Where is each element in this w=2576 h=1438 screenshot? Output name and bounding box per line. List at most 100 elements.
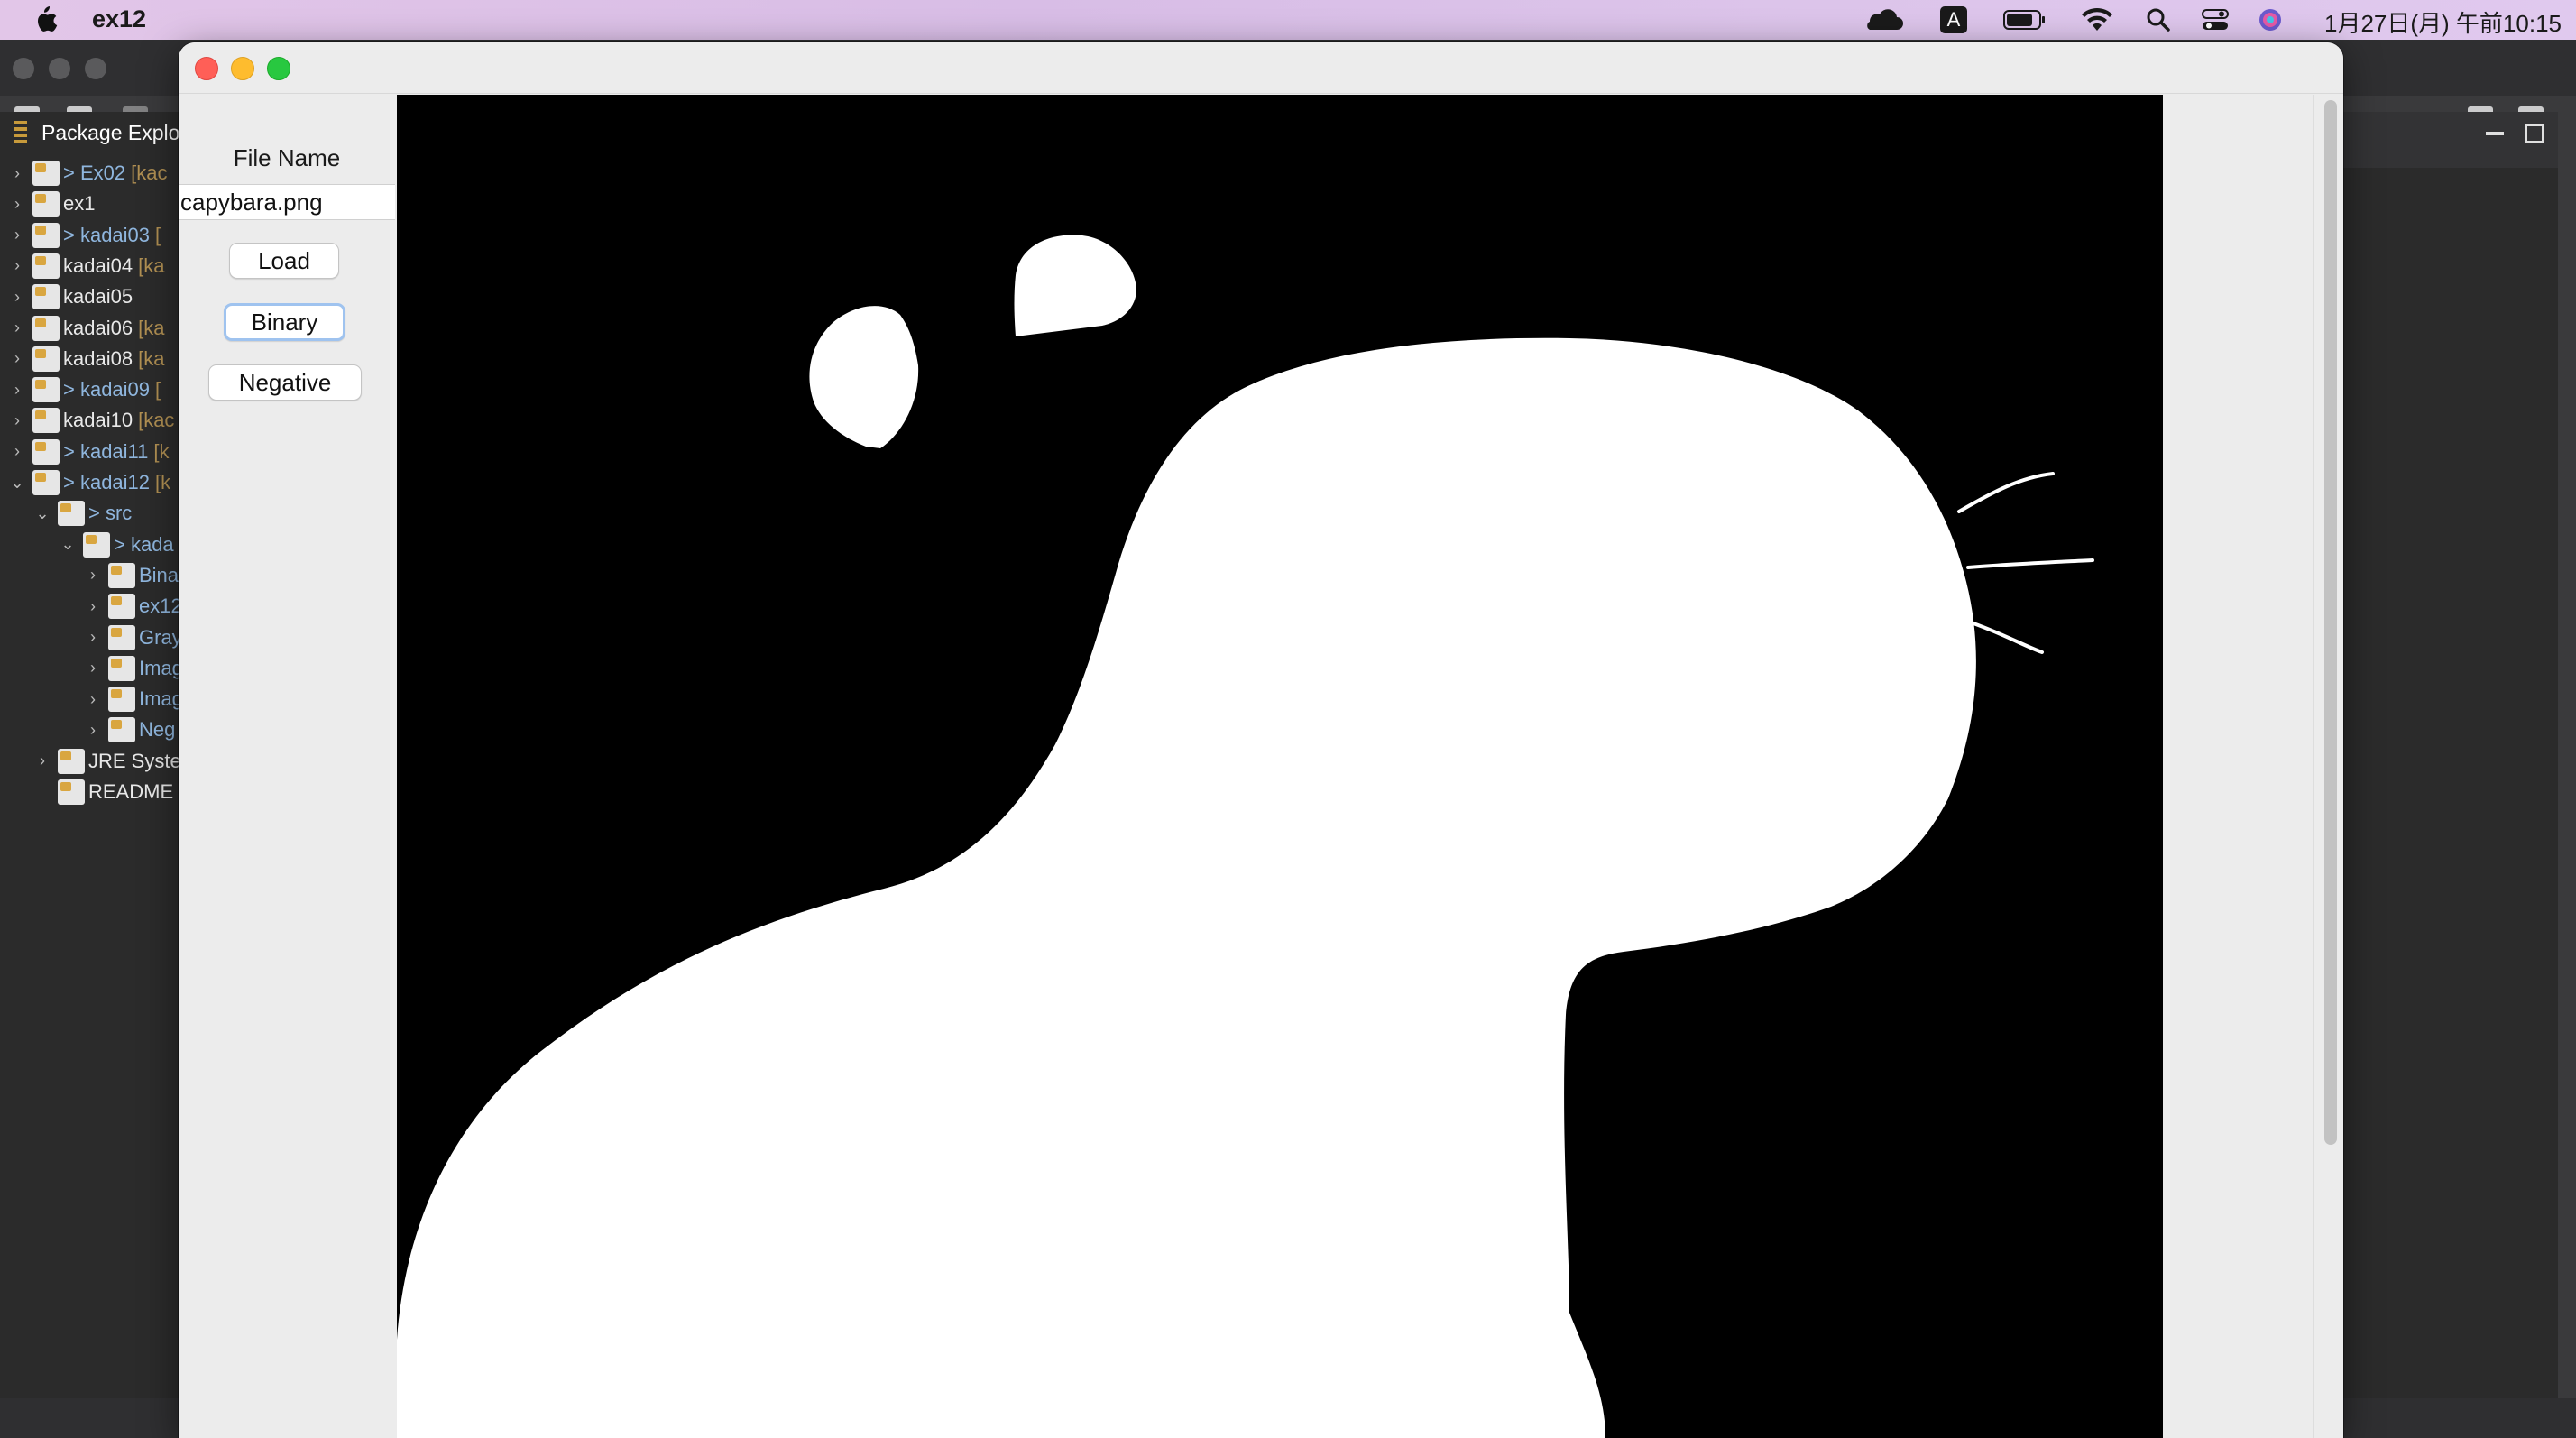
project-icon <box>58 748 85 774</box>
cloud-icon[interactable] <box>1860 5 1905 34</box>
menubar-clock[interactable]: 1月27日(月) 午前10:15 <box>2324 5 2562 39</box>
chevron-right-icon[interactable]: › <box>7 442 27 461</box>
package-explorer-icon <box>14 121 27 144</box>
project-tree-decoration: [ <box>155 223 161 246</box>
maximize-view-icon[interactable] <box>2525 124 2544 143</box>
chevron-right-icon[interactable]: › <box>83 566 103 585</box>
image-canvas <box>397 95 2163 1438</box>
project-tree-item[interactable]: › > kadai09[ <box>7 374 161 405</box>
project-tree-label: Imag <box>139 656 180 679</box>
project-tree-label: > kada <box>114 532 174 556</box>
project-tree-item[interactable]: ⌄ > kadai12 [k <box>7 467 170 498</box>
chevron-right-icon[interactable]: › <box>83 597 103 616</box>
battery-icon[interactable] <box>2002 5 2047 34</box>
project-tree-label: > kadai09 <box>63 378 151 401</box>
close-window-icon[interactable] <box>195 57 218 80</box>
load-button[interactable]: Load <box>229 243 339 279</box>
apple-icon[interactable] <box>31 5 58 35</box>
project-icon <box>32 438 60 465</box>
project-tree-label: Gray <box>139 625 180 649</box>
window-titlebar[interactable] <box>179 42 2343 94</box>
project-tree-decoration: [kac <box>131 161 168 184</box>
project-tree-item[interactable]: › kadai10 [kac <box>7 405 174 436</box>
project-icon <box>83 531 110 558</box>
project-tree-item[interactable]: › kadai05 <box>7 281 133 312</box>
file-name-field[interactable] <box>179 184 395 220</box>
project-tree-item[interactable]: › Imag <box>83 653 180 684</box>
package-explorer: Package Explo › > Ex02 [kac › ex1 › > kadai03[… <box>0 112 180 1398</box>
project-tree-label: ex1 <box>63 192 96 216</box>
project-icon <box>108 624 135 650</box>
project-tree-item[interactable]: › kadai04 [ka <box>7 251 164 281</box>
active-app-name[interactable]: ex12 <box>92 5 146 33</box>
chevron-right-icon[interactable]: › <box>7 349 27 368</box>
chevron-down-icon[interactable]: ⌄ <box>58 535 78 554</box>
scrollbar-thumb[interactable] <box>2324 100 2337 1145</box>
project-tree-label: kadai05 <box>63 285 133 309</box>
spotlight-search-icon[interactable] <box>2145 5 2172 34</box>
project-tree-item[interactable]: › Neg <box>83 714 175 745</box>
chevron-right-icon[interactable]: › <box>83 659 103 678</box>
project-tree-decoration: [ka <box>138 316 165 339</box>
chevron-right-icon[interactable]: › <box>83 690 103 709</box>
wifi-icon[interactable] <box>2080 5 2114 34</box>
project-tree-decoration: [ka <box>138 346 165 370</box>
project-tree-item[interactable]: › > Ex02 [kac <box>7 158 167 189</box>
package-explorer-title[interactable]: Package Explo <box>41 121 179 145</box>
project-icon <box>108 594 135 620</box>
eclipse-close-icon[interactable] <box>13 58 34 79</box>
project-icon <box>108 717 135 743</box>
chevron-right-icon[interactable]: › <box>32 751 52 770</box>
project-icon <box>32 346 60 372</box>
chevron-down-icon[interactable]: ⌄ <box>32 504 52 523</box>
project-icon <box>108 687 135 713</box>
chevron-right-icon[interactable]: › <box>83 721 103 740</box>
binary-button[interactable]: Binary <box>224 303 345 341</box>
vertical-scrollbar[interactable] <box>2313 95 2343 1438</box>
zoom-window-icon[interactable] <box>267 57 290 80</box>
control-center-icon[interactable] <box>2201 5 2230 34</box>
minimize-view-icon[interactable] <box>2486 132 2504 135</box>
project-tree-label: README <box>88 780 174 803</box>
project-tree-item[interactable]: ⌄ > src <box>32 498 132 529</box>
chevron-right-icon[interactable]: › <box>7 318 27 337</box>
project-tree-item[interactable]: README <box>32 777 173 807</box>
project-tree-label: ex12 <box>139 595 180 618</box>
project-tree-item[interactable]: ⌄ > kada <box>58 530 174 560</box>
project-tree-item[interactable]: › > kadai11 [k <box>7 437 170 467</box>
input-method-icon[interactable]: A <box>1939 5 1968 34</box>
chevron-right-icon[interactable]: › <box>7 411 27 430</box>
chevron-down-icon[interactable]: ⌄ <box>7 474 27 493</box>
project-tree-label: kadai10 <box>63 409 133 432</box>
eclipse-minimize-icon[interactable] <box>49 58 70 79</box>
project-tree-item[interactable]: › ex12 <box>83 591 180 622</box>
minimize-window-icon[interactable] <box>231 57 254 80</box>
eclipse-zoom-icon[interactable] <box>85 58 106 79</box>
chevron-right-icon[interactable]: › <box>7 381 27 400</box>
negative-button[interactable]: Negative <box>208 364 362 401</box>
project-tree-item[interactable]: › JRE Syste <box>32 746 180 777</box>
project-tree-label: kadai06 <box>63 316 133 339</box>
chevron-right-icon[interactable]: › <box>7 288 27 307</box>
siri-icon[interactable] <box>2257 5 2284 34</box>
binary-capybara-image <box>397 95 2163 1438</box>
project-tree-label: > Ex02 <box>63 161 126 184</box>
project-tree-item[interactable]: › > kadai03[ <box>7 220 161 251</box>
chevron-right-icon[interactable]: › <box>7 226 27 244</box>
project-tree-item[interactable]: › ex1 <box>7 189 95 219</box>
project-tree-item[interactable]: › Bina <box>83 560 179 591</box>
project-icon <box>32 253 60 279</box>
project-icon <box>32 470 60 495</box>
chevron-right-icon[interactable]: › <box>83 628 103 647</box>
project-tree-label: kadai04 <box>63 253 133 277</box>
project-icon <box>32 284 60 310</box>
project-tree-item[interactable]: › Imag <box>83 684 180 714</box>
project-tree-label: Imag <box>139 687 180 711</box>
project-tree-item[interactable]: › kadai08 [ka <box>7 344 164 374</box>
project-tree-item[interactable]: › Gray <box>83 622 180 653</box>
project-tree-item[interactable]: › kadai06 [ka <box>7 313 164 344</box>
chevron-right-icon[interactable]: › <box>7 256 27 275</box>
project-tree-label: > src <box>88 502 133 525</box>
chevron-right-icon[interactable]: › <box>7 164 27 183</box>
chevron-right-icon[interactable]: › <box>7 195 27 214</box>
